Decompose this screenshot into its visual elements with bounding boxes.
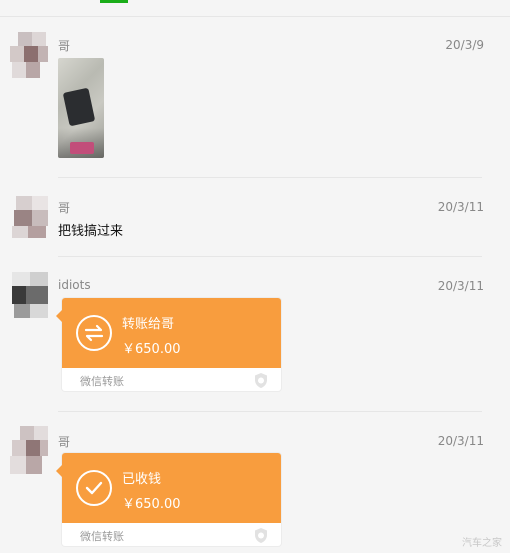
bubble-tail: [56, 465, 62, 477]
transfer-arrows-icon: [76, 315, 112, 351]
top-tab-indicator[interactable]: [100, 0, 128, 3]
avatar[interactable]: [8, 196, 48, 240]
avatar[interactable]: [8, 272, 48, 320]
avatar[interactable]: [8, 32, 48, 82]
check-circle-icon: [76, 470, 112, 506]
bubble-tail: [56, 310, 62, 322]
shield-icon: [253, 527, 269, 548]
transfer-footer-label: 微信转账: [80, 530, 124, 543]
transfer-title: 已收钱: [122, 472, 162, 487]
shield-icon: [253, 372, 269, 393]
avatar[interactable]: [8, 426, 48, 476]
sender-name: 哥: [58, 201, 71, 215]
sender-name: 哥: [58, 39, 71, 53]
photo-pink-object: [70, 142, 94, 154]
transfer-title: 转账给哥: [122, 317, 175, 332]
message-time: 20/3/9: [445, 38, 484, 52]
top-bar: [0, 0, 510, 17]
transfer-card[interactable]: 已收钱 ￥650.00 微信转账: [56, 453, 281, 548]
message-text: 把钱搞过来: [58, 224, 124, 239]
sender-name: idiots: [58, 278, 91, 292]
transfer-amount: ￥650.00: [122, 497, 181, 512]
photo-object: [62, 87, 96, 127]
message-divider: [58, 411, 482, 412]
transfer-amount: ￥650.00: [122, 342, 181, 357]
message-time: 20/3/11: [437, 434, 484, 448]
message-time: 20/3/11: [437, 200, 484, 214]
image-message-thumbnail[interactable]: [58, 58, 104, 158]
transfer-card[interactable]: 转账给哥 ￥650.00 微信转账: [56, 298, 281, 393]
message-time: 20/3/11: [437, 279, 484, 293]
message-divider: [58, 177, 482, 178]
sender-name: 哥: [58, 435, 71, 449]
transfer-footer-label: 微信转账: [80, 375, 124, 388]
message-divider: [58, 256, 482, 257]
watermark: 汽车之家: [462, 538, 502, 549]
